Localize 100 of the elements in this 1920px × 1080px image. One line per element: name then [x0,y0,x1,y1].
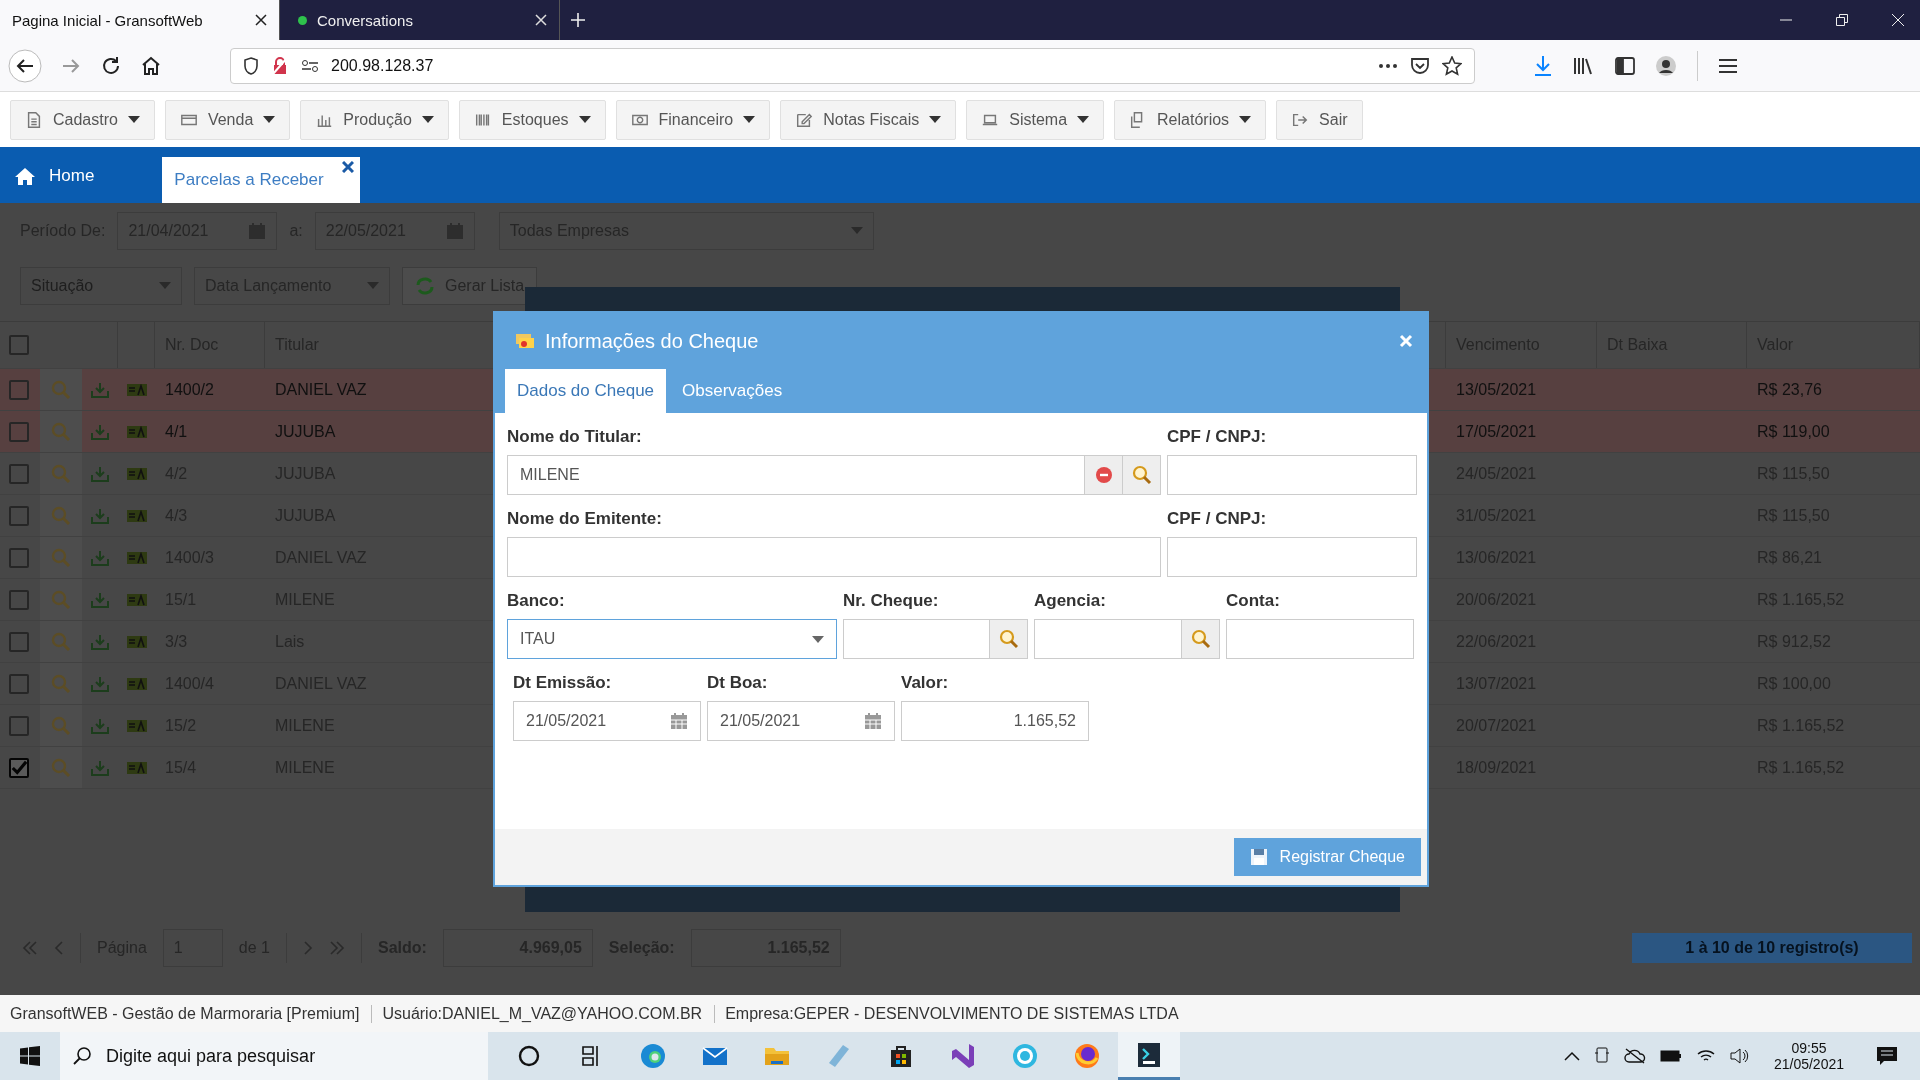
menu-icon[interactable] [1718,57,1738,74]
select-all-checkbox[interactable] [9,335,29,355]
minus-circle-icon [1094,466,1113,484]
row-checkbox[interactable] [9,589,29,610]
holder-field[interactable]: MILENE [507,455,1085,495]
device-icon[interactable] [1593,1047,1610,1065]
permissions-icon[interactable] [301,58,319,73]
windows-logo-icon[interactable] [20,1046,40,1066]
chevron-up-icon[interactable] [1563,1051,1580,1061]
cpf-field[interactable] [1167,537,1417,577]
row-checkbox[interactable] [9,631,29,652]
issuer-field[interactable] [507,537,1161,577]
card-icon[interactable] [126,677,147,690]
row-checkbox[interactable] [9,715,29,736]
caret-icon [159,282,171,289]
search-field[interactable]: Digite aqui para pesquisar [60,1032,488,1080]
first-page-icon[interactable] [22,941,38,955]
clock-time[interactable]: 09:55 [1791,1040,1827,1056]
back-icon[interactable] [8,48,42,83]
menu-button[interactable]: Sistema [966,99,1105,140]
caret-icon [850,227,863,234]
account-field[interactable] [1226,619,1414,659]
card-icon[interactable] [126,719,147,732]
previous-page-icon[interactable] [54,941,64,955]
agency-field[interactable] [1034,619,1182,659]
row-checkbox[interactable] [9,547,29,568]
pocket-icon[interactable] [1410,56,1430,75]
row-checkbox[interactable] [9,421,29,442]
menu-button[interactable]: Sair [1276,99,1363,140]
dialog-tab[interactable]: Dados do Cheque [505,369,667,413]
cheque-number-field[interactable] [843,619,990,659]
amount-field[interactable]: 1.165,52 [901,701,1089,741]
row-checkbox[interactable] [9,673,29,694]
menu-button[interactable]: Estoques [458,99,606,140]
sidebar-icon[interactable] [1615,56,1635,75]
volume-icon[interactable] [1729,1048,1750,1064]
account-icon[interactable] [1655,54,1677,77]
menu-button[interactable]: Venda [164,99,291,140]
close-icon[interactable] [255,14,267,26]
clear-button[interactable] [1085,455,1123,495]
card-icon[interactable] [126,467,147,480]
download-icon[interactable] [1533,54,1553,77]
record-count: 1 à 10 de 10 registro(s) [1632,933,1912,963]
bank-select[interactable]: ITAU [507,619,837,659]
menu-button[interactable]: Cadastro [10,99,155,140]
cloud-icon[interactable] [1623,1048,1646,1064]
calendar-icon [864,712,882,730]
search-button[interactable] [990,619,1028,659]
refresh-icon [415,276,435,295]
caret-icon [929,116,942,123]
app-tab[interactable]: Home [15,153,103,203]
row-checkbox[interactable] [9,757,29,778]
caret-icon [421,116,434,123]
row-checkbox[interactable] [9,463,29,484]
table-cell: R$ 23,76 [1757,380,1822,399]
issue-date-field[interactable]: 21/05/2021 [513,701,701,741]
card-icon[interactable] [126,593,147,606]
star-icon[interactable] [1442,55,1462,76]
clock-date[interactable]: 21/05/2021 [1773,1056,1844,1072]
notification-icon[interactable] [1876,1046,1898,1066]
browser-icon[interactable] [638,1041,668,1071]
app-tab[interactable]: Parcelas a Receber [162,157,360,203]
shield-icon[interactable] [243,56,259,75]
reload-icon[interactable] [100,54,122,77]
last-page-icon[interactable] [328,941,345,955]
close-icon[interactable] [341,161,354,173]
card-icon[interactable] [126,383,147,396]
status-text: Usuário:DANIEL_M_VAZ@YAHOO.COM.BR [371,1004,715,1023]
row-checkbox[interactable] [9,505,29,526]
restore-icon[interactable] [1836,14,1848,26]
card-icon[interactable] [126,425,147,438]
address-bar[interactable]: 200.98.128.37 [230,47,1475,84]
search-button[interactable] [1182,619,1220,659]
firefox-icon[interactable] [1072,1041,1102,1071]
next-page-icon[interactable] [302,941,313,955]
search-button[interactable] [1123,455,1161,495]
table-cell: 4/1 [165,422,188,441]
good-date-field[interactable]: 21/05/2021 [707,701,895,741]
chat-icon[interactable] [1010,1041,1040,1071]
card-icon[interactable] [126,761,147,774]
menu-button[interactable]: Financeiro [615,99,771,140]
menu-button[interactable]: Produção [300,99,449,140]
card-icon[interactable] [126,509,147,522]
caret-icon [578,116,591,123]
more-icon[interactable] [1378,62,1398,69]
new-tab-icon[interactable] [570,12,586,28]
card-icon[interactable] [126,551,147,564]
caret-icon [263,116,276,123]
library-icon[interactable] [1573,55,1595,76]
browser-tab[interactable]: Pagina Inicial - GransoftWeb [0,0,280,40]
menu-button[interactable]: Notas Fiscais [780,99,957,140]
caret-icon [1077,116,1090,123]
menu-button[interactable]: Relatórios [1114,99,1267,140]
table-cell: 1400/2 [165,380,214,399]
battery-icon[interactable] [1659,1050,1682,1062]
home-icon[interactable] [140,54,162,77]
row-checkbox[interactable] [9,379,29,400]
insecure-lock-icon[interactable] [271,56,289,75]
card-icon[interactable] [126,635,147,648]
cpf-field[interactable] [1167,455,1417,495]
